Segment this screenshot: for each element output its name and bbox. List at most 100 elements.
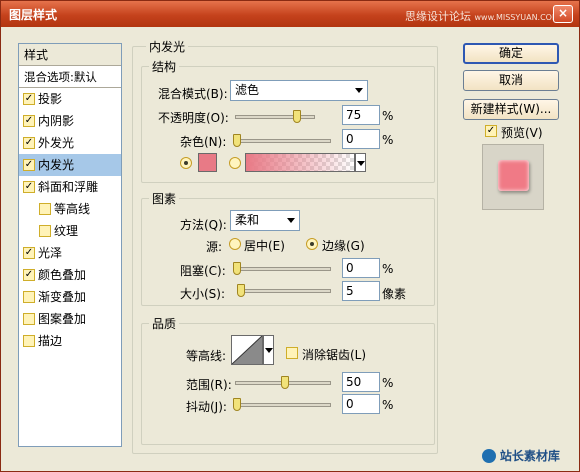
source-label: 源:	[206, 240, 223, 254]
glow-color-swatch[interactable]	[198, 153, 217, 172]
cancel-button[interactable]: 取消	[463, 70, 559, 91]
quality-title: 品质	[149, 315, 180, 332]
size-input[interactable]: 5	[342, 281, 380, 301]
style-item-label: 外发光	[38, 136, 75, 150]
style-item[interactable]: ✓ 内发光	[19, 154, 121, 176]
jitter-slider[interactable]	[235, 403, 331, 407]
style-checkbox[interactable]: ✓	[23, 137, 35, 149]
range-label: 范围(R):	[186, 378, 232, 392]
contour-label: 等高线:	[186, 349, 227, 363]
choke-percent: %	[382, 262, 394, 276]
style-checkbox[interactable]: ✓	[23, 159, 35, 171]
source-edge-radio[interactable]	[306, 238, 318, 250]
elements-title: 图素	[149, 190, 180, 207]
style-checkbox[interactable]	[23, 313, 35, 325]
window-title: 图层样式	[9, 8, 58, 22]
blend-options-item[interactable]: 混合选项:默认	[19, 66, 121, 88]
gradient-dropdown-button[interactable]	[355, 153, 366, 172]
structure-title: 结构	[149, 58, 180, 75]
style-item-label: 纹理	[54, 224, 79, 238]
method-label: 方法(Q):	[180, 218, 227, 232]
glow-gradient-picker[interactable]	[245, 153, 355, 172]
styles-header[interactable]: 样式	[19, 44, 121, 66]
footer-logo: 站长素材库	[482, 447, 560, 467]
style-item[interactable]: 图案叠加	[19, 308, 121, 330]
choke-slider-thumb[interactable]	[233, 262, 241, 275]
style-checkbox[interactable]	[23, 291, 35, 303]
style-checkbox[interactable]	[39, 203, 51, 215]
style-checkbox[interactable]: ✓	[23, 181, 35, 193]
opacity-slider-thumb[interactable]	[293, 110, 301, 123]
style-checkbox[interactable]: ✓	[23, 269, 35, 281]
watermark-url: www.MISSYUAN.COM	[474, 13, 559, 22]
chevron-down-icon	[355, 88, 363, 93]
jitter-input[interactable]: 0	[342, 394, 380, 414]
source-center-label[interactable]: 居中(E)	[244, 237, 285, 254]
style-item[interactable]: ✓ 光泽	[19, 242, 121, 264]
opacity-input[interactable]: 75	[342, 105, 380, 125]
contour-picker[interactable]	[231, 335, 263, 365]
color-mode-radio[interactable]	[180, 157, 192, 169]
preview-label[interactable]: 预览(V)	[501, 124, 543, 141]
style-item-label: 光泽	[38, 246, 63, 260]
preview-thumbnail	[482, 144, 544, 210]
noise-percent: %	[382, 133, 394, 147]
jitter-percent: %	[382, 398, 394, 412]
style-items: ✓ 投影 ✓ 内阴影 ✓ 外发光 ✓ 内发光 ✓ 斜面和浮雕 等高线 纹理 ✓ 光泽 ✓ 颜色叠加 渐变叠加 图案…	[19, 88, 121, 352]
antialias-label[interactable]: 消除锯齿(L)	[302, 346, 366, 363]
size-slider[interactable]	[237, 289, 331, 293]
style-item-label: 投影	[38, 92, 63, 106]
noise-input[interactable]: 0	[342, 129, 380, 149]
antialias-checkbox[interactable]	[286, 347, 298, 359]
ok-button[interactable]: 确定	[463, 43, 559, 64]
logo-icon	[482, 448, 496, 463]
layer-style-dialog: 图层样式 思缘设计论坛 www.MISSYUAN.COM × 样式 混合选项:默…	[0, 0, 580, 472]
size-slider-thumb[interactable]	[236, 284, 245, 297]
method-select[interactable]: 柔和	[230, 210, 300, 231]
jitter-slider-thumb[interactable]	[233, 398, 241, 411]
style-item-label: 图案叠加	[38, 312, 87, 326]
style-item[interactable]: ✓ 斜面和浮雕	[19, 176, 121, 198]
gradient-mode-radio[interactable]	[229, 157, 241, 169]
style-item[interactable]: ✓ 颜色叠加	[19, 264, 121, 286]
choke-slider[interactable]	[235, 267, 331, 271]
style-checkbox[interactable]: ✓	[23, 115, 35, 127]
dialog-content: 样式 混合选项:默认 ✓ 投影 ✓ 内阴影 ✓ 外发光 ✓ 内发光 ✓ 斜面和浮雕 等高线 纹理 ✓ 光泽…	[4, 27, 576, 469]
style-checkbox[interactable]	[39, 225, 51, 237]
blend-mode-value: 滤色	[235, 83, 260, 97]
range-slider-thumb[interactable]	[281, 376, 289, 389]
blend-mode-select[interactable]: 滤色	[230, 80, 368, 101]
style-checkbox[interactable]	[23, 335, 35, 347]
choke-input[interactable]: 0	[342, 258, 380, 278]
choke-label: 阻塞(C):	[180, 264, 226, 278]
style-item[interactable]: 描边	[19, 330, 121, 352]
noise-slider[interactable]	[235, 139, 331, 143]
noise-label: 杂色(N):	[180, 135, 227, 149]
style-checkbox[interactable]: ✓	[23, 93, 35, 105]
noise-slider-thumb[interactable]	[233, 134, 241, 147]
opacity-slider[interactable]	[235, 115, 315, 119]
source-edge-label[interactable]: 边缘(G)	[322, 237, 365, 254]
new-style-button[interactable]: 新建样式(W)...	[463, 99, 559, 120]
opacity-percent: %	[382, 109, 394, 123]
jitter-label: 抖动(J):	[186, 400, 227, 414]
style-item[interactable]: ✓ 外发光	[19, 132, 121, 154]
chevron-down-icon	[265, 348, 273, 353]
preview-checkbox[interactable]: ✓	[485, 125, 497, 137]
style-item[interactable]: 渐变叠加	[19, 286, 121, 308]
logo-text: 站长素材库	[499, 449, 560, 463]
style-item[interactable]: ✓ 内阴影	[19, 110, 121, 132]
close-button[interactable]: ×	[553, 5, 573, 23]
contour-curve-icon	[232, 336, 262, 364]
style-item[interactable]: 等高线	[19, 198, 121, 220]
style-checkbox[interactable]: ✓	[23, 247, 35, 259]
style-item[interactable]: ✓ 投影	[19, 88, 121, 110]
source-center-radio[interactable]	[229, 238, 241, 250]
range-input[interactable]: 50	[342, 372, 380, 392]
style-item-label: 等高线	[54, 202, 91, 216]
style-item[interactable]: 纹理	[19, 220, 121, 242]
method-value: 柔和	[235, 213, 260, 227]
contour-dropdown-button[interactable]	[263, 335, 274, 365]
range-percent: %	[382, 376, 394, 390]
panel-title: 内发光	[146, 38, 189, 55]
